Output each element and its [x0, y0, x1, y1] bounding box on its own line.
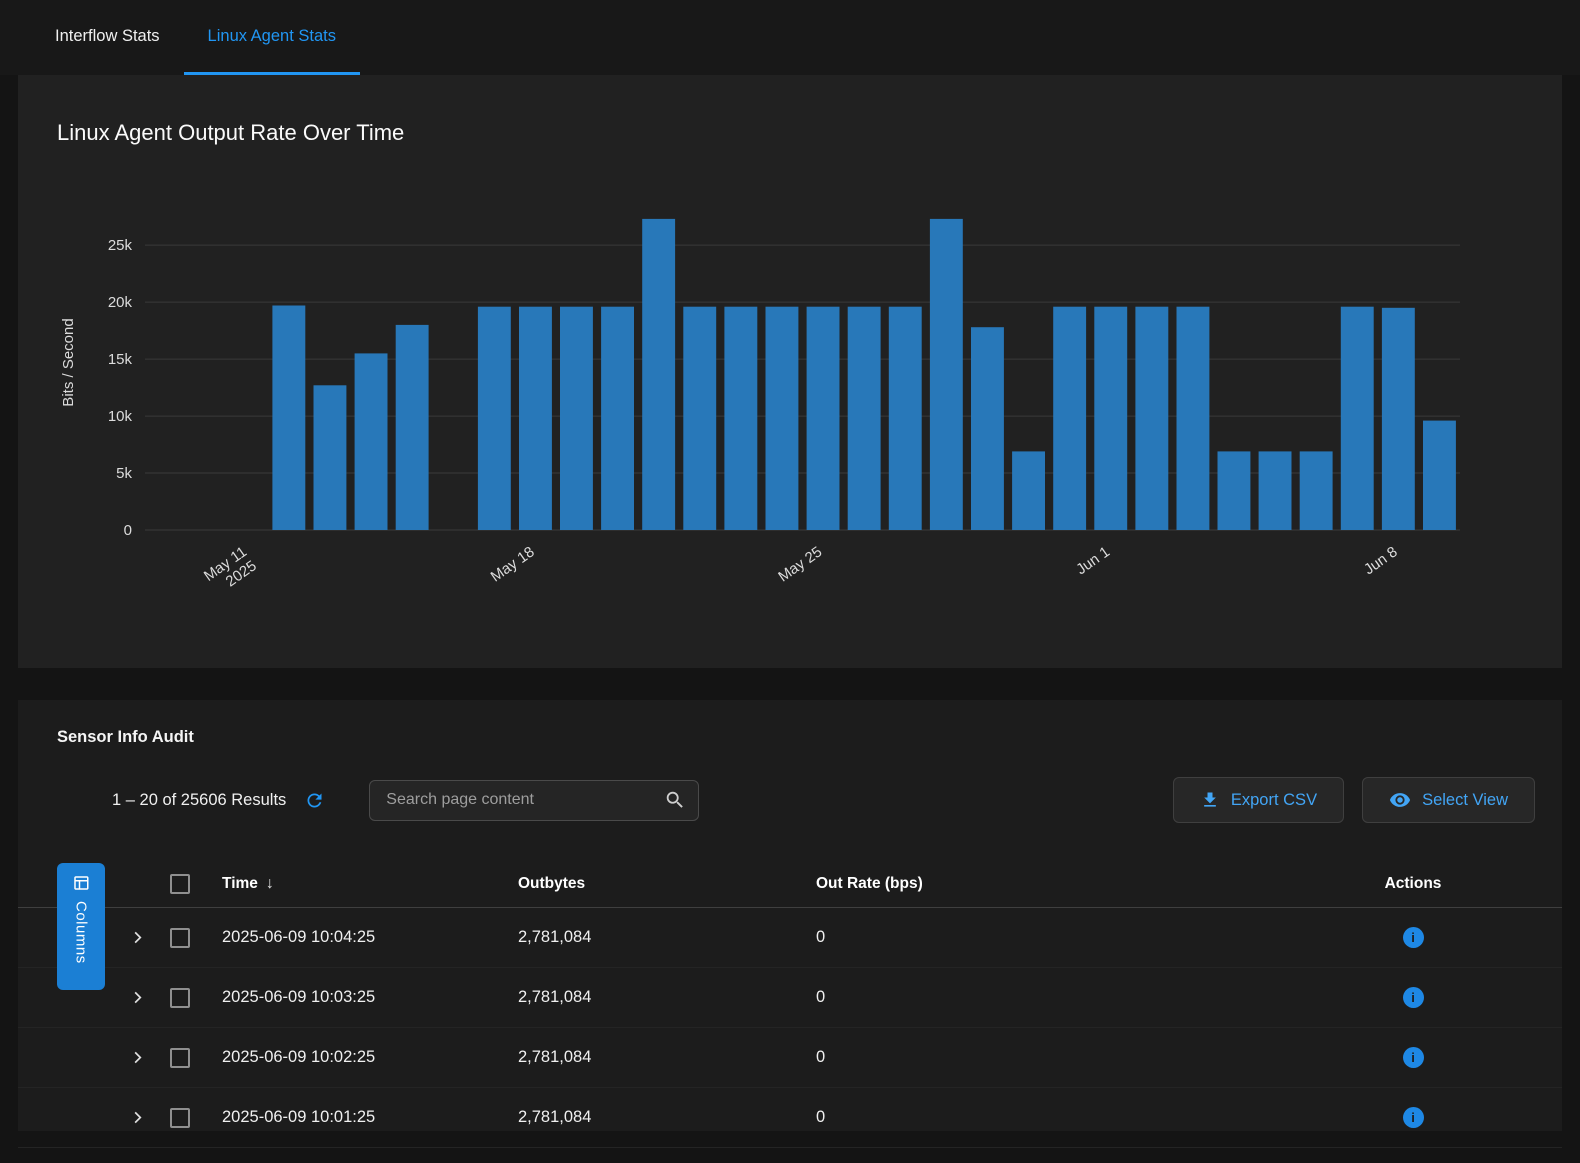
row-expand-button[interactable]	[130, 930, 145, 945]
column-header-actions-label: Actions	[1385, 875, 1442, 893]
search-input[interactable]	[386, 791, 664, 809]
svg-text:May 25: May 25	[775, 543, 825, 585]
row-checkbox[interactable]	[170, 1108, 190, 1128]
row-time: 2025-06-09 10:03:25	[222, 988, 518, 1007]
download-icon	[1200, 790, 1220, 810]
table-header-row: Time ↓ Outbytes Out Rate (bps) Actions	[18, 860, 1562, 908]
info-icon[interactable]: i	[1403, 927, 1424, 948]
svg-text:May 18: May 18	[488, 543, 538, 585]
tab-linux-agent-stats-label: Linux Agent Stats	[208, 27, 336, 46]
tab-bar: Interflow Stats Linux Agent Stats	[0, 0, 1580, 75]
results-count-text: 1 – 20 of 25606 Results	[112, 791, 286, 810]
output-rate-bar-chart: 05k10k15k20k25kMay 112025May 18May 25Jun…	[57, 160, 1562, 638]
row-checkbox[interactable]	[170, 988, 190, 1008]
refresh-icon	[304, 790, 325, 811]
table-row: 2025-06-09 10:04:252,781,0840 i	[18, 908, 1562, 968]
table-toolbar: 1 – 20 of 25606 Results Export CSV Selec…	[18, 777, 1562, 823]
table-row: 2025-06-09 10:02:252,781,0840 i	[18, 1028, 1562, 1088]
chart-title: Linux Agent Output Rate Over Time	[57, 120, 1562, 146]
select-view-button[interactable]: Select View	[1362, 777, 1535, 823]
info-icon[interactable]: i	[1403, 1047, 1424, 1068]
export-csv-label: Export CSV	[1231, 791, 1317, 810]
row-expand-button[interactable]	[130, 990, 145, 1005]
row-time: 2025-06-09 10:02:25	[222, 1048, 518, 1067]
svg-text:Jun 8: Jun 8	[1361, 543, 1401, 578]
chevron-right-icon	[130, 930, 145, 945]
row-outbytes: 2,781,084	[518, 928, 816, 947]
column-header-time-label: Time	[222, 875, 258, 893]
chevron-right-icon	[130, 990, 145, 1005]
column-header-time[interactable]: Time ↓	[222, 875, 518, 893]
refresh-button[interactable]	[304, 790, 325, 811]
svg-text:5k: 5k	[116, 465, 132, 482]
row-expand-button[interactable]	[130, 1050, 145, 1065]
svg-text:Bits / Second: Bits / Second	[60, 318, 77, 406]
row-time: 2025-06-09 10:01:25	[222, 1108, 518, 1127]
tab-linux-agent-stats[interactable]: Linux Agent Stats	[184, 0, 360, 75]
svg-text:25k: 25k	[108, 237, 133, 254]
toolbar-actions: Export CSV Select View	[1173, 777, 1535, 823]
svg-text:15k: 15k	[108, 351, 133, 368]
row-checkbox[interactable]	[170, 1048, 190, 1068]
row-out-rate: 0	[816, 1108, 1284, 1127]
column-header-out-rate-label: Out Rate (bps)	[816, 875, 923, 893]
table-row: 2025-06-09 10:01:252,781,0840 i	[18, 1088, 1562, 1148]
svg-text:20k: 20k	[108, 294, 133, 311]
columns-button-label: Columns	[73, 901, 90, 964]
row-checkbox[interactable]	[170, 928, 190, 948]
tab-interflow-stats-label: Interflow Stats	[55, 27, 160, 46]
svg-text:0: 0	[124, 522, 132, 539]
search-icon[interactable]	[664, 789, 686, 811]
tab-interflow-stats[interactable]: Interflow Stats	[31, 0, 184, 75]
row-expand-button[interactable]	[130, 1110, 145, 1125]
row-outbytes: 2,781,084	[518, 988, 816, 1007]
row-outbytes: 2,781,084	[518, 1108, 816, 1127]
info-icon[interactable]: i	[1403, 987, 1424, 1008]
svg-text:10k: 10k	[108, 408, 133, 425]
select-view-label: Select View	[1422, 791, 1508, 810]
row-outbytes: 2,781,084	[518, 1048, 816, 1067]
chevron-right-icon	[130, 1050, 145, 1065]
chart-panel: Linux Agent Output Rate Over Time 0 5k 10k…	[18, 75, 1562, 668]
results-count: 1 – 20 of 25606 Results	[112, 790, 325, 811]
columns-button[interactable]: Columns	[57, 863, 105, 990]
table-row: 2025-06-09 10:03:252,781,0840 i	[18, 968, 1562, 1028]
chevron-right-icon	[130, 1110, 145, 1125]
table-grid-icon	[72, 874, 90, 892]
row-time: 2025-06-09 10:04:25	[222, 928, 518, 947]
svg-text:Jun 1: Jun 1	[1073, 543, 1113, 578]
section-title: Sensor Info Audit	[18, 728, 1562, 747]
search-box[interactable]	[369, 780, 699, 821]
eye-icon	[1389, 789, 1411, 811]
row-out-rate: 0	[816, 1048, 1284, 1067]
export-csv-button[interactable]: Export CSV	[1173, 777, 1344, 823]
info-icon[interactable]: i	[1403, 1107, 1424, 1128]
column-header-out-rate[interactable]: Out Rate (bps)	[816, 875, 1284, 893]
column-header-outbytes[interactable]: Outbytes	[518, 875, 816, 893]
sort-desc-icon: ↓	[266, 875, 274, 893]
column-header-actions: Actions	[1284, 875, 1542, 893]
row-out-rate: 0	[816, 988, 1284, 1007]
select-all-checkbox[interactable]	[170, 874, 190, 894]
row-out-rate: 0	[816, 928, 1284, 947]
table-body: 2025-06-09 10:04:252,781,0840i2025-06-09…	[18, 908, 1562, 1148]
column-header-outbytes-label: Outbytes	[518, 875, 585, 893]
sensor-info-audit-panel: Sensor Info Audit 1 – 20 of 25606 Result…	[18, 700, 1562, 1131]
